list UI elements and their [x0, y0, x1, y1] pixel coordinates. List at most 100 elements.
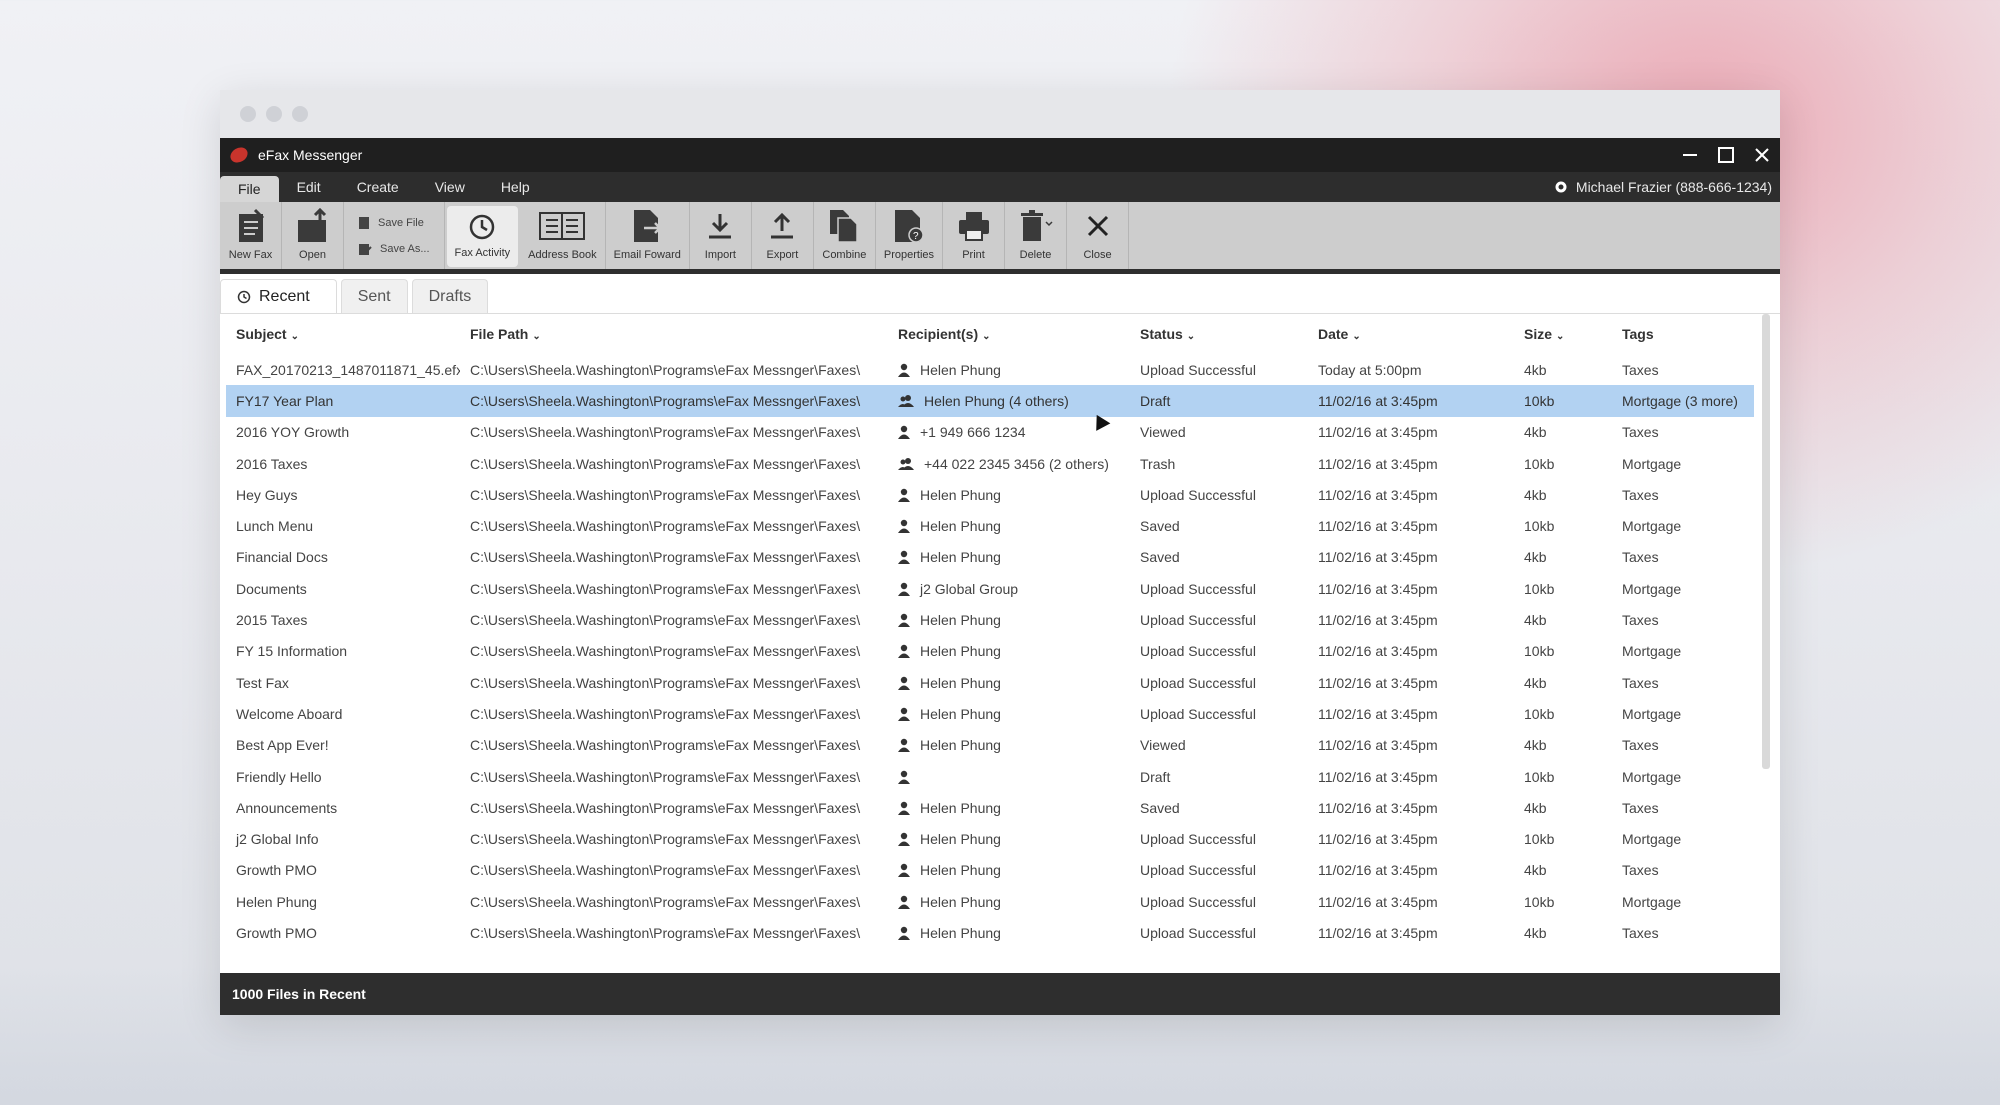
cell-recipients: +44 022 2345 3456 (2 others): [888, 456, 1132, 472]
close-file-button[interactable]: Close: [1067, 202, 1130, 269]
cell-status: Upload Successful: [1140, 862, 1256, 879]
print-label: Print: [962, 249, 985, 261]
export-button[interactable]: Export: [752, 202, 814, 269]
cell-tags: Taxes: [1622, 424, 1659, 441]
import-button[interactable]: Import: [690, 202, 752, 269]
save-file-label: Save File: [378, 216, 424, 229]
header-recipients[interactable]: Recipient(s) ⌄: [888, 326, 1132, 342]
minimize-dot[interactable]: [266, 106, 282, 122]
fax-activity-button[interactable]: Fax Activity: [446, 206, 519, 267]
tab-sent[interactable]: Sent: [340, 279, 408, 313]
header-status[interactable]: Status ⌄: [1132, 326, 1310, 342]
cell-size: 4kb: [1524, 924, 1547, 941]
table-row[interactable]: Lunch Menu C:\Users\Sheela.Washington\Pro…: [226, 510, 1754, 541]
cell-tags: Mortgage: [1622, 768, 1682, 785]
person-icon: [898, 770, 910, 784]
tab-drafts[interactable]: Drafts: [411, 279, 489, 313]
table-row[interactable]: Financial Docs C:\Users\Sheela.Washington…: [226, 542, 1754, 573]
cell-size: 4kb: [1524, 424, 1547, 441]
menu-edit[interactable]: Edit: [279, 172, 339, 202]
table-row[interactable]: Welcome Aboard C:\Users\Sheela.Washington…: [226, 698, 1754, 729]
menu-file[interactable]: File: [220, 176, 279, 202]
close-dot[interactable]: [240, 106, 256, 122]
save-as-icon: [359, 243, 372, 255]
cell-subject: Growth PMO: [236, 924, 317, 941]
combine-button[interactable]: Combine: [814, 202, 876, 269]
menu-create[interactable]: Create: [339, 172, 417, 202]
header-tags[interactable]: Tags: [1618, 326, 1748, 342]
table-row[interactable]: Best App Ever! C:\Users\Sheela.Washington…: [226, 730, 1754, 761]
new-fax-button[interactable]: New Fax: [220, 202, 282, 269]
cell-recipients: Helen Phung: [888, 894, 1132, 910]
open-button[interactable]: Open: [282, 202, 344, 269]
table-row[interactable]: Hey Guys C:\Users\Sheela.Washington\Progr…: [226, 479, 1754, 510]
header-date[interactable]: Date ⌄: [1310, 326, 1516, 342]
cell-size: 4kb: [1524, 862, 1547, 879]
tab-sent-label: Sent: [357, 287, 391, 305]
cell-subject: Growth PMO: [236, 862, 317, 879]
person-icon: [898, 895, 910, 909]
table-row[interactable]: Announcements C:\Users\Sheela.Washington\…: [226, 792, 1754, 823]
zoom-dot[interactable]: [292, 106, 308, 122]
combine-label: Combine: [822, 249, 867, 261]
person-icon: [898, 676, 910, 690]
delete-button[interactable]: Delete: [1005, 202, 1068, 269]
cell-status: Viewed: [1140, 424, 1186, 441]
table-row[interactable]: j2 Global Info C:\Users\Sheela.Washington…: [226, 823, 1754, 854]
header-file-path[interactable]: File Path ⌄: [460, 326, 888, 342]
person-icon: [898, 707, 910, 721]
table-row[interactable]: Test Fax C:\Users\Sheela.Washington\Progr…: [226, 667, 1754, 698]
table-row[interactable]: Helen Phung C:\Users\Sheela.Washington\Pr…: [226, 886, 1754, 917]
account-menu[interactable]: Michael Frazier (888-666-1234): [1554, 179, 1780, 195]
table-row[interactable]: FY 15 Information C:\Users\Sheela.Washing…: [226, 636, 1754, 667]
table-header: Subject ⌄ File Path ⌄ Recipient(s) ⌄ Status…: [226, 314, 1754, 354]
minimize-button[interactable]: [1672, 138, 1708, 172]
cell-recipients: [888, 770, 1132, 784]
cell-status: Draft: [1140, 392, 1171, 409]
cell-date: 11/02/16 at 3:45pm: [1318, 392, 1438, 409]
cell-subject: Lunch Menu: [236, 518, 314, 535]
table-row[interactable]: FY17 Year Plan C:\Users\Sheela.Washington…: [226, 385, 1754, 417]
group-icon: [898, 394, 914, 407]
table-body: FAX_20170213_1487011871_45.efx C:\Users\S…: [226, 354, 1754, 949]
header-subject[interactable]: Subject ⌄: [226, 326, 460, 342]
cell-subject: Helen Phung: [236, 893, 317, 910]
print-button[interactable]: Print: [943, 202, 1006, 269]
cell-size: 10kb: [1524, 768, 1555, 785]
table-row[interactable]: 2015 Taxes C:\Users\Sheela.Washington\Pro…: [226, 604, 1754, 635]
table-row[interactable]: 2016 Taxes C:\Users\Sheela.Washington\Pro…: [226, 448, 1754, 479]
cell-status: Saved: [1140, 518, 1180, 535]
table-row[interactable]: Growth PMO C:\Users\Sheela.Washington\Pro…: [226, 855, 1754, 886]
cell-date: 11/02/16 at 3:45pm: [1318, 643, 1438, 660]
header-size[interactable]: Size ⌄: [1516, 326, 1618, 342]
table-row[interactable]: Documents C:\Users\Sheela.Washington\Prog…: [226, 573, 1754, 604]
table-row[interactable]: FAX_20170213_1487011871_45.efx C:\Users\S…: [226, 354, 1754, 385]
email-forward-button[interactable]: Email Foward: [606, 202, 690, 269]
table-row[interactable]: Growth PMO C:\Users\Sheela.Washington\Pro…: [226, 917, 1754, 948]
gear-icon: [1555, 181, 1567, 193]
app-title: eFax Messenger: [258, 147, 363, 163]
cell-tags: Mortgage: [1622, 580, 1682, 597]
tab-recent[interactable]: Recent: [220, 279, 337, 313]
maximize-button[interactable]: [1708, 138, 1744, 172]
save-file-button[interactable]: Save File: [358, 216, 430, 230]
vertical-scrollbar[interactable]: [1762, 314, 1770, 769]
person-icon: [898, 488, 910, 502]
close-button[interactable]: [1744, 138, 1780, 172]
menu-view[interactable]: View: [417, 172, 483, 202]
cell-recipients: Helen Phung: [888, 612, 1132, 628]
menu-help[interactable]: Help: [483, 172, 548, 202]
address-book-button[interactable]: Address Book: [520, 202, 606, 269]
table-row[interactable]: 2016 YOY Growth C:\Users\Sheela.Washingto…: [226, 417, 1754, 448]
properties-button[interactable]: ? Properties: [876, 202, 944, 269]
cell-date: 11/02/16 at 3:45pm: [1318, 862, 1438, 879]
save-as-button[interactable]: Save As...: [358, 242, 430, 256]
cell-tags: Mortgage (3 more): [1622, 392, 1738, 409]
cell-tags: Taxes: [1622, 361, 1659, 378]
table-row[interactable]: Friendly Hello C:\Users\Sheela.Washington…: [226, 761, 1754, 792]
cell-status: Upload Successful: [1140, 924, 1256, 941]
cell-subject: Welcome Aboard: [236, 705, 343, 722]
cell-date: 11/02/16 at 3:45pm: [1318, 705, 1438, 722]
cell-file-path: C:\Users\Sheela.Washington\Programs\eFax…: [470, 705, 861, 722]
cell-subject: Hey Guys: [236, 486, 298, 503]
